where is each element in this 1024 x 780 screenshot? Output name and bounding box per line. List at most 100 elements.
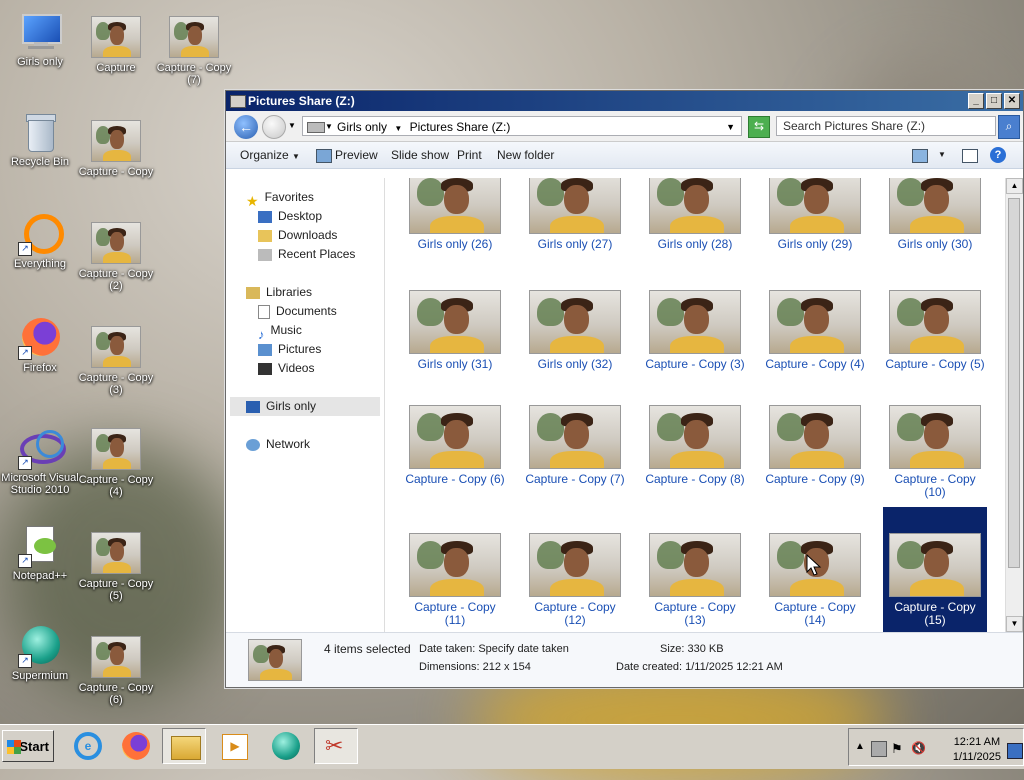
- firefox-icon: [122, 732, 150, 760]
- address-dropdown-icon[interactable]: ▼: [726, 117, 735, 137]
- desktop-icon-capture-copy-7[interactable]: Capture - Copy (7): [154, 16, 234, 86]
- desktop-icon-recycle-bin[interactable]: Recycle Bin: [0, 112, 80, 168]
- taskbar-snipping-tool[interactable]: ✂: [314, 728, 358, 764]
- selection-count: 4 items selected: [324, 642, 411, 656]
- file-tile[interactable]: Capture - Copy (12): [523, 533, 627, 627]
- network-tray-icon[interactable]: [871, 741, 887, 757]
- show-desktop-icon[interactable]: [1007, 743, 1023, 759]
- taskbar-explorer[interactable]: [162, 728, 206, 764]
- image-thumbnail: [91, 120, 141, 162]
- volume-muted-icon[interactable]: 🔇: [911, 741, 926, 755]
- file-tile[interactable]: Capture - Copy (14): [763, 533, 867, 627]
- file-tile[interactable]: Girls only (26): [403, 178, 507, 251]
- file-tile[interactable]: Capture - Copy (9): [763, 405, 867, 486]
- nav-item-pictures[interactable]: Pictures: [258, 340, 321, 359]
- desktop-icon-visual-studio[interactable]: ↗ Microsoft Visual Studio 2010: [0, 428, 80, 496]
- taskbar-supermium[interactable]: [264, 728, 308, 764]
- search-icon[interactable]: ⌕: [998, 115, 1020, 139]
- file-tile[interactable]: Girls only (29): [763, 178, 867, 251]
- desktop-icon-everything[interactable]: ↗ Everything: [0, 214, 80, 270]
- file-tile[interactable]: Capture - Copy (10): [883, 405, 987, 499]
- help-icon[interactable]: ?: [990, 147, 1006, 163]
- close-button[interactable]: ✕: [1004, 93, 1020, 109]
- minimize-button[interactable]: _: [968, 93, 984, 109]
- desktop-icon-girls-only[interactable]: Girls only: [0, 12, 80, 68]
- taskbar-media-player[interactable]: ▶: [212, 728, 256, 764]
- print-button[interactable]: Print: [457, 142, 482, 168]
- nav-item-downloads[interactable]: Downloads: [258, 226, 337, 245]
- nav-item-documents[interactable]: Documents: [258, 302, 337, 321]
- file-tile[interactable]: Capture - Copy (11): [403, 533, 507, 627]
- mouse-cursor-icon: [806, 554, 822, 576]
- preview-button[interactable]: Preview: [335, 142, 378, 168]
- nav-item-girls-only[interactable]: Girls only: [230, 397, 380, 416]
- file-tile[interactable]: Girls only (30): [883, 178, 987, 251]
- scroll-up-icon[interactable]: ▲: [1006, 178, 1023, 194]
- maximize-button[interactable]: □: [986, 93, 1002, 109]
- show-hidden-icons-icon[interactable]: ▲: [855, 741, 869, 755]
- file-tile[interactable]: Capture - Copy (15): [883, 507, 987, 632]
- refresh-button[interactable]: ⇆: [748, 116, 770, 138]
- desktop-icon-capture-copy-2[interactable]: Capture - Copy (2): [76, 222, 156, 292]
- recent-pages-chevron-icon[interactable]: ▼: [288, 121, 296, 130]
- start-button[interactable]: Start: [2, 730, 54, 762]
- view-chevron-down-icon[interactable]: ▼: [938, 142, 946, 168]
- file-tile[interactable]: Girls only (27): [523, 178, 627, 251]
- file-label: Capture - Copy (13): [654, 600, 736, 627]
- back-button[interactable]: ←: [234, 115, 258, 139]
- taskbar-firefox[interactable]: [114, 728, 158, 764]
- slideshow-button[interactable]: Slide show: [391, 142, 449, 168]
- flag-icon[interactable]: ⚑: [891, 741, 905, 756]
- preview-pane-icon[interactable]: [962, 149, 978, 163]
- scrollbar-thumb[interactable]: [1008, 198, 1020, 568]
- nav-item-desktop[interactable]: Desktop: [258, 207, 322, 226]
- desktop-icon-firefox[interactable]: ↗ Firefox: [0, 318, 80, 374]
- file-label: Capture - Copy (3): [645, 357, 745, 371]
- clock[interactable]: 12:21 AM 1/11/2025: [953, 735, 1001, 765]
- file-tile[interactable]: Capture - Copy (3): [643, 290, 747, 371]
- music-icon: ♪: [258, 326, 265, 342]
- file-tile[interactable]: Girls only (28): [643, 178, 747, 251]
- chevron-down-icon[interactable]: ▼: [394, 124, 402, 133]
- file-tile[interactable]: Capture - Copy (7): [523, 405, 627, 486]
- nav-item-libraries[interactable]: Libraries: [246, 283, 312, 302]
- breadcrumb[interactable]: ▼ Girls only ▼ Pictures Share (Z:) ▼: [302, 116, 742, 136]
- nav-item-recent-places[interactable]: Recent Places: [258, 245, 355, 264]
- desktop-icon-capture-copy-6[interactable]: Capture - Copy (6): [76, 636, 156, 706]
- desktop-icon-capture[interactable]: Capture: [76, 16, 156, 74]
- file-tile[interactable]: Capture - Copy (4): [763, 290, 867, 371]
- scroll-down-icon[interactable]: ▼: [1006, 616, 1023, 632]
- new-folder-button[interactable]: New folder: [497, 142, 554, 168]
- file-tile[interactable]: Capture - Copy (13): [643, 533, 747, 627]
- breadcrumb-item-girls-only[interactable]: Girls only: [337, 120, 387, 134]
- nav-item-network[interactable]: Network: [246, 435, 310, 454]
- search-input[interactable]: Search Pictures Share (Z:): [776, 116, 996, 136]
- nav-item-videos[interactable]: Videos: [258, 359, 314, 378]
- desktop-icon-capture-copy-4[interactable]: Capture - Copy (4): [76, 428, 156, 498]
- file-tile[interactable]: Girls only (31): [403, 290, 507, 371]
- vertical-scrollbar[interactable]: ▲ ▼: [1005, 178, 1023, 632]
- desktop-icon-label: Recycle Bin: [10, 156, 70, 168]
- forward-button[interactable]: [262, 115, 286, 139]
- file-tile[interactable]: Girls only (32): [523, 290, 627, 371]
- image-thumbnail: [889, 290, 981, 354]
- desktop-icon-notepad-plus[interactable]: ↗ Notepad++: [0, 526, 80, 582]
- nav-item-favorites[interactable]: ★ Favorites: [246, 188, 314, 209]
- desktop-icon-capture-copy-3[interactable]: Capture - Copy (3): [76, 326, 156, 396]
- desktop-icon-supermium[interactable]: ↗ Supermium: [0, 626, 80, 682]
- desktop-icon-capture-copy-5[interactable]: Capture - Copy (5): [76, 532, 156, 602]
- file-tile[interactable]: Capture - Copy (6): [403, 405, 507, 486]
- organize-button[interactable]: Organize ▼: [240, 142, 300, 170]
- breadcrumb-item-pictures-share[interactable]: Pictures Share (Z:): [410, 120, 511, 134]
- nav-item-music[interactable]: ♪ Music: [258, 321, 302, 342]
- image-thumbnail: [649, 533, 741, 597]
- visual-studio-icon: ↗: [16, 428, 66, 470]
- everything-icon: ↗: [16, 214, 64, 256]
- view-options-icon[interactable]: [912, 149, 928, 163]
- file-tile[interactable]: Capture - Copy (8): [643, 405, 747, 486]
- file-tile[interactable]: Capture - Copy (5): [883, 290, 987, 371]
- taskbar-internet-explorer[interactable]: e: [66, 728, 110, 764]
- image-thumbnail: [649, 290, 741, 354]
- desktop-icon-capture-copy[interactable]: Capture - Copy: [76, 120, 156, 178]
- window-titlebar[interactable]: Pictures Share (Z:) _ □ ✕: [226, 91, 1023, 111]
